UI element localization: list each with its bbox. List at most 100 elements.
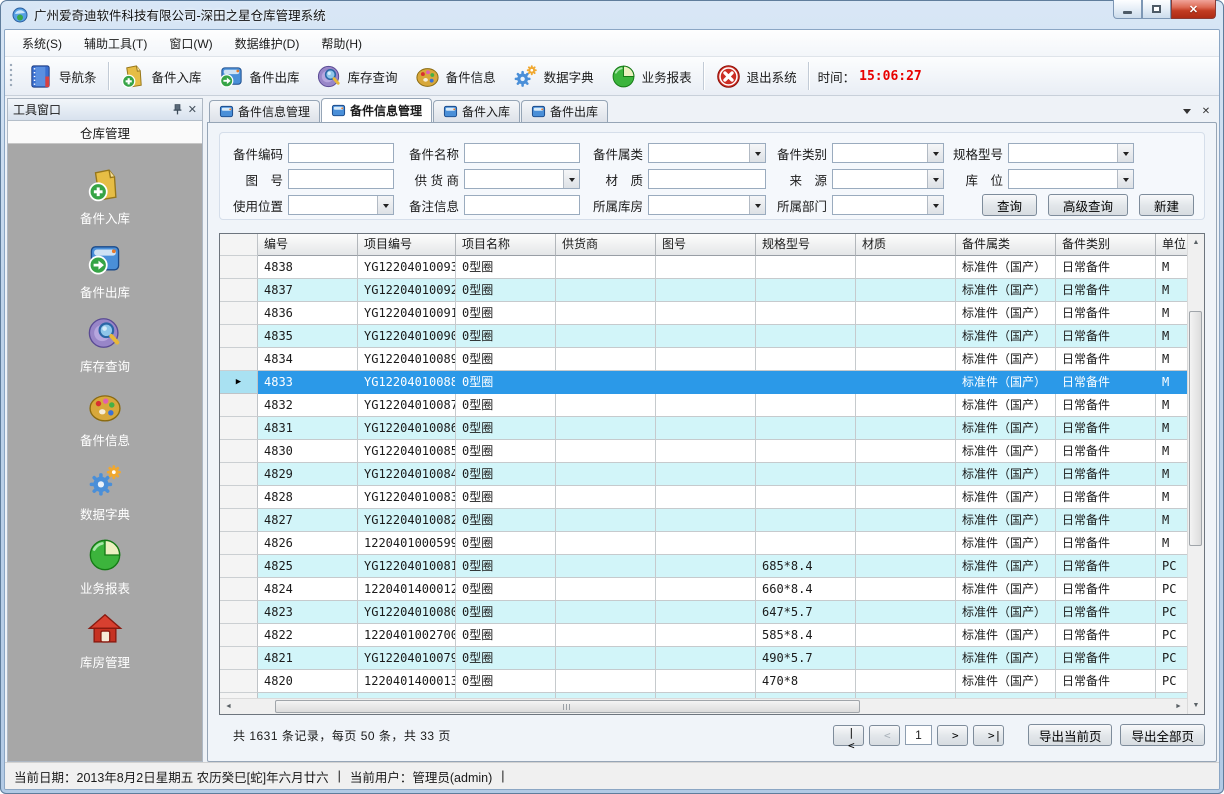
vertical-scrollbar[interactable]: ▲ ▼ [1187, 234, 1204, 714]
remark-input[interactable] [464, 195, 580, 215]
column-header-4[interactable]: 图号 [656, 234, 756, 256]
column-header-3[interactable]: 供货商 [556, 234, 656, 256]
location-select[interactable] [1008, 169, 1134, 189]
table-row[interactable]: 482212204010027000型圈585*8.4标准件（国产）日常备件PC [220, 624, 1187, 647]
department-select[interactable] [832, 195, 944, 215]
sidebar-item-warehouse-mgmt[interactable]: 库房管理 [80, 610, 130, 671]
menu-item-system[interactable]: 系统(S) [11, 31, 73, 56]
chevron-down-icon[interactable] [377, 196, 393, 214]
column-header-6[interactable]: 材质 [856, 234, 956, 256]
table-row[interactable]: 4834YG122040100890型圈标准件（国产）日常备件M [220, 348, 1187, 371]
toolbar-button-exit[interactable]: 退出系统 [707, 59, 805, 94]
sidebar-item-stock-query[interactable]: 库存查询 [80, 314, 130, 375]
column-header-1[interactable]: 项目编号 [358, 234, 456, 256]
table-row[interactable]: ▶4833YG122040100880型圈标准件（国产）日常备件M [220, 371, 1187, 394]
table-row[interactable]: 482612204010005990型圈标准件（国产）日常备件M [220, 532, 1187, 555]
export-all-pages-button[interactable]: 导出全部页 [1120, 724, 1205, 746]
supplier-select[interactable] [464, 169, 580, 189]
column-header-9[interactable]: 单位 [1156, 234, 1187, 256]
next-page-button[interactable]: > [937, 725, 968, 746]
chevron-down-icon[interactable] [1117, 144, 1133, 162]
part-code-input[interactable] [288, 143, 394, 163]
page-number-input[interactable]: 1 [905, 725, 932, 745]
part-category-select[interactable] [648, 143, 766, 163]
new-button[interactable]: 新建 [1139, 194, 1194, 216]
menu-item-help[interactable]: 帮助(H) [310, 31, 373, 56]
vertical-scroll-track[interactable] [1188, 251, 1204, 697]
sidebar-item-data-dict[interactable]: 数据字典 [80, 462, 130, 523]
minimize-button[interactable] [1113, 0, 1142, 19]
sidebar-item-biz-report[interactable]: 业务报表 [80, 536, 130, 597]
column-header-8[interactable]: 备件类别 [1056, 234, 1156, 256]
sidebar-item-part-info[interactable]: 备件信息 [80, 388, 130, 449]
tab-part-info-mgmt-2[interactable]: 备件信息管理 [321, 98, 432, 122]
table-row[interactable]: 4827YG122040100820型圈标准件（国产）日常备件M [220, 509, 1187, 532]
toolbar-button-part-out[interactable]: 备件出库 [210, 59, 308, 94]
tab-part-in[interactable]: 备件入库 [433, 100, 520, 122]
warehouse-select[interactable] [648, 195, 766, 215]
figure-no-input[interactable] [288, 169, 394, 189]
table-row[interactable]: 4831YG122040100860型圈标准件（国产）日常备件M [220, 417, 1187, 440]
column-header-5[interactable]: 规格型号 [756, 234, 856, 256]
chevron-down-icon[interactable] [927, 196, 943, 214]
table-row[interactable]: 4825YG122040100810型圈685*8.4标准件（国产）日常备件PC [220, 555, 1187, 578]
table-row[interactable]: 4829YG122040100840型圈标准件（国产）日常备件M [220, 463, 1187, 486]
chevron-down-icon[interactable] [563, 170, 579, 188]
scroll-left-icon[interactable]: ◄ [220, 699, 237, 715]
toolbar-button-nav-bar[interactable]: 导航条 [19, 59, 105, 94]
horizontal-scroll-thumb[interactable] [275, 700, 860, 713]
table-row[interactable]: 4835YG122040100900型圈标准件（国产）日常备件M [220, 325, 1187, 348]
part-type-select[interactable] [832, 143, 944, 163]
horizontal-scrollbar[interactable]: ◄ ► [220, 698, 1187, 714]
horizontal-scroll-track[interactable] [237, 699, 1170, 715]
scroll-right-icon[interactable]: ► [1170, 699, 1187, 715]
maximize-button[interactable] [1142, 0, 1171, 19]
column-header-2[interactable]: 项目名称 [456, 234, 556, 256]
chevron-down-icon[interactable] [749, 196, 765, 214]
export-current-page-button[interactable]: 导出当前页 [1028, 724, 1113, 746]
table-row[interactable]: 4838YG122040100930型圈标准件（国产）日常备件M [220, 256, 1187, 279]
tab-part-info-mgmt-1[interactable]: 备件信息管理 [209, 100, 320, 122]
table-row[interactable]: 482412204014000120型圈660*8.4标准件（国产）日常备件PC [220, 578, 1187, 601]
scroll-down-icon[interactable]: ▼ [1188, 697, 1204, 714]
sidebar-item-part-out[interactable]: 备件出库 [80, 240, 130, 301]
table-row[interactable]: 4837YG122040100920型圈标准件（国产）日常备件M [220, 279, 1187, 302]
menu-item-data-maintenance[interactable]: 数据维护(D) [224, 31, 311, 56]
tab-part-out[interactable]: 备件出库 [521, 100, 608, 122]
close-button[interactable]: ✕ [1171, 0, 1216, 19]
table-row[interactable]: 4821YG122040100790型圈490*5.7标准件（国产）日常备件PC [220, 647, 1187, 670]
table-row[interactable]: 4828YG122040100830型圈标准件（国产）日常备件M [220, 486, 1187, 509]
table-row[interactable]: 4836YG122040100910型圈标准件（国产）日常备件M [220, 302, 1187, 325]
table-row[interactable]: 482012204014000130型圈470*8标准件（国产）日常备件PC [220, 670, 1187, 693]
use-position-select[interactable] [288, 195, 394, 215]
menu-item-window[interactable]: 窗口(W) [158, 31, 223, 56]
chevron-down-icon[interactable] [927, 144, 943, 162]
table-row[interactable]: 4830YG122040100850型圈标准件（国产）日常备件M [220, 440, 1187, 463]
tab-close-icon[interactable]: ✕ [1198, 103, 1214, 119]
query-button[interactable]: 查询 [982, 194, 1037, 216]
sidebar-close-icon[interactable]: ✕ [188, 103, 197, 116]
table-row[interactable]: 4832YG122040100870型圈标准件（国产）日常备件M [220, 394, 1187, 417]
vertical-scroll-thumb[interactable] [1189, 311, 1202, 546]
toolbar-button-data-dict[interactable]: 数据字典 [504, 59, 602, 94]
first-page-button[interactable]: |< [833, 725, 864, 746]
chevron-down-icon[interactable] [749, 144, 765, 162]
sidebar-item-part-in[interactable]: 备件入库 [80, 166, 130, 227]
sidebar-group-title[interactable]: 仓库管理 [8, 121, 202, 144]
column-header-0[interactable]: 编号 [258, 234, 358, 256]
part-name-input[interactable] [464, 143, 580, 163]
toolbar-button-part-info[interactable]: 备件信息 [406, 59, 504, 94]
column-header-7[interactable]: 备件属类 [956, 234, 1056, 256]
tab-list-dropdown-icon[interactable] [1179, 103, 1195, 119]
toolbar-button-part-in[interactable]: 备件入库 [112, 59, 210, 94]
advanced-query-button[interactable]: 高级查询 [1048, 194, 1128, 216]
scroll-up-icon[interactable]: ▲ [1188, 234, 1204, 251]
pin-icon[interactable] [171, 103, 184, 116]
toolbar-grip[interactable] [9, 63, 14, 89]
last-page-button[interactable]: >| [973, 725, 1004, 746]
table-row[interactable]: 4823YG122040100800型圈647*5.7标准件（国产）日常备件PC [220, 601, 1187, 624]
toolbar-button-biz-report[interactable]: 业务报表 [602, 59, 700, 94]
material-input[interactable] [648, 169, 766, 189]
source-select[interactable] [832, 169, 944, 189]
chevron-down-icon[interactable] [927, 170, 943, 188]
